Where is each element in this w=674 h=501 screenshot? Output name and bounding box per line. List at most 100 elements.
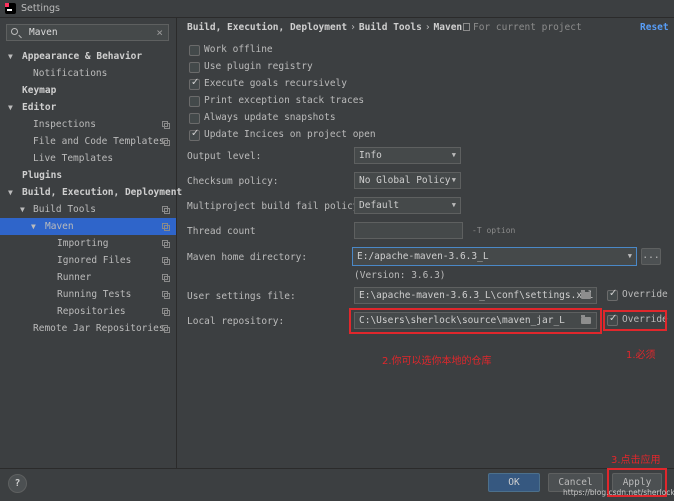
breadcrumb-item: Build, Execution, Deployment: [187, 22, 348, 33]
for-current-project-note: For current project: [463, 22, 582, 33]
checkbox[interactable]: [189, 45, 200, 56]
clear-search-icon[interactable]: ×: [156, 26, 163, 39]
multiproject-fail-value: Default: [359, 200, 400, 211]
override-checkbox[interactable]: [607, 288, 618, 301]
project-settings-icon: [162, 274, 170, 282]
tree-item-label: Plugins: [22, 170, 63, 181]
tree-item-label: Live Templates: [33, 153, 114, 164]
user-settings-value: E:\apache-maven-3.6.3_L\conf\settings.xm…: [359, 290, 594, 301]
local-repository-highlight: [349, 308, 602, 334]
tree-item-running-tests[interactable]: Running Tests: [0, 286, 176, 303]
project-scope-icon: [463, 23, 470, 31]
output-level-value: Info: [359, 150, 382, 161]
project-settings-icon: [162, 257, 170, 265]
annotation-required: 1.必须: [626, 350, 656, 361]
tree-item-live-templates[interactable]: Live Templates: [0, 150, 176, 167]
ok-button[interactable]: OK: [488, 473, 540, 492]
tree-item-label: Running Tests: [57, 289, 132, 300]
window-title: Settings: [21, 3, 60, 14]
local-repository-label: Local repository:: [187, 316, 285, 327]
annotation-click-apply: 3.点击应用: [611, 455, 661, 466]
intellij-app-icon: [5, 3, 16, 14]
tree-item-label: Importing: [57, 238, 109, 249]
user-settings-label: User settings file:: [187, 291, 296, 302]
tree-item-build-execution-deployment[interactable]: ▼ Build, Execution, Deployment: [0, 184, 182, 201]
tree-item-label: Ignored Files: [57, 255, 132, 266]
checkbox[interactable]: [189, 113, 200, 124]
checkbox[interactable]: [189, 128, 200, 141]
help-button[interactable]: ?: [8, 474, 27, 493]
reset-link[interactable]: Reset: [640, 22, 669, 33]
user-settings-input[interactable]: E:\apache-maven-3.6.3_L\conf\settings.xm…: [354, 287, 597, 304]
settings-tree-panel: Maven × ▼ Appearance & Behavior Notificati…: [0, 18, 182, 468]
maven-home-label: Maven home directory:: [187, 252, 308, 263]
thread-count-hint: -T option: [472, 226, 516, 235]
thread-count-label: Thread count: [187, 226, 256, 237]
tree-item-importing[interactable]: Importing: [0, 235, 176, 252]
tree-item-repositories[interactable]: Repositories: [0, 303, 176, 320]
checkbox-label: Work offline: [204, 44, 273, 55]
output-level-select[interactable]: Info ▼: [354, 147, 461, 164]
checkbox-label: Execute goals recursively: [204, 78, 347, 89]
expand-arrow-icon[interactable]: ▼: [8, 99, 13, 116]
maven-home-value: E:/apache-maven-3.6.3_L: [357, 251, 489, 262]
checksum-policy-select[interactable]: No Global Policy ▼: [354, 172, 461, 189]
tree-item-build-tools[interactable]: ▼ Build Tools: [0, 201, 176, 218]
project-settings-icon: [162, 291, 170, 299]
tree-item-label: Inspections: [33, 119, 96, 130]
tree-item-inspections[interactable]: Inspections: [0, 116, 176, 133]
tree-item-label: Runner: [57, 272, 92, 283]
tree-item-runner[interactable]: Runner: [0, 269, 176, 286]
maven-version-text: (Version: 3.6.3): [354, 270, 446, 281]
tree-item-label: Appearance & Behavior: [22, 51, 143, 62]
tree-item-label: Remote Jar Repositories: [33, 323, 165, 334]
tree-item-editor[interactable]: ▼ Editor: [0, 99, 176, 116]
checkbox[interactable]: [189, 77, 200, 90]
expand-arrow-icon[interactable]: ▼: [31, 218, 36, 235]
checkbox[interactable]: [189, 62, 200, 73]
tree-item-label: File and Code Templates: [33, 136, 165, 147]
breadcrumb-separator: ›: [350, 22, 356, 33]
expand-arrow-icon[interactable]: ▼: [8, 184, 13, 201]
breadcrumb-separator: ›: [424, 22, 431, 33]
expand-arrow-icon[interactable]: ▼: [20, 201, 25, 218]
chevron-down-icon: ▼: [451, 176, 456, 184]
project-settings-icon: [162, 121, 170, 129]
settings-search-input[interactable]: Maven ×: [6, 24, 169, 41]
tree-item-label: Build, Execution, Deployment: [22, 187, 183, 198]
chevron-down-icon: ▼: [627, 252, 632, 260]
checkbox[interactable]: [189, 96, 200, 107]
project-settings-icon: [162, 240, 170, 248]
multiproject-fail-label: Multiproject build fail policy:: [187, 201, 365, 212]
search-value: Maven: [29, 27, 58, 38]
tree-item-notifications[interactable]: Notifications: [0, 65, 176, 82]
browse-button[interactable]: ...: [641, 248, 661, 265]
title-bar: [0, 0, 674, 18]
checksum-policy-label: Checksum policy:: [187, 176, 279, 187]
folder-icon[interactable]: [581, 290, 591, 299]
tree-item-remote-jar-repositories[interactable]: Remote Jar Repositories: [0, 320, 176, 337]
watermark-url: https://blog.csdn.net/sherlockky: [563, 488, 674, 497]
tree-item-label: Repositories: [57, 306, 126, 317]
annotation-choose-local-repo: 2.你可以选你本地的仓库: [382, 356, 492, 367]
tree-item-file-and-code-templates[interactable]: File and Code Templates: [0, 133, 176, 150]
checkbox-label: Print exception stack traces: [204, 95, 365, 106]
tree-item-ignored-files[interactable]: Ignored Files: [0, 252, 176, 269]
tree-item-plugins[interactable]: Plugins: [0, 167, 176, 184]
breadcrumb-item: Build Tools: [358, 22, 422, 33]
chevron-down-icon: ▼: [451, 201, 456, 209]
for-current-project-label: For current project: [473, 22, 582, 33]
tree-item-keymap[interactable]: Keymap: [0, 82, 176, 99]
checkbox-label: Always update snapshots: [204, 112, 336, 123]
multiproject-fail-select[interactable]: Default ▼: [354, 197, 461, 214]
tree-item-label: Editor: [22, 102, 57, 113]
search-icon: [11, 28, 18, 35]
tree-item-maven[interactable]: ▼ Maven: [0, 218, 176, 235]
maven-home-select[interactable]: E:/apache-maven-3.6.3_L ▼: [352, 247, 637, 266]
checkbox-label: Update Incices on project open: [204, 129, 376, 140]
expand-arrow-icon[interactable]: ▼: [8, 48, 13, 65]
chevron-down-icon: ▼: [451, 151, 456, 159]
tree-item-appearance-behavior[interactable]: ▼ Appearance & Behavior: [0, 48, 176, 65]
thread-count-input[interactable]: [354, 222, 463, 239]
checksum-policy-value: No Global Policy: [359, 175, 451, 186]
